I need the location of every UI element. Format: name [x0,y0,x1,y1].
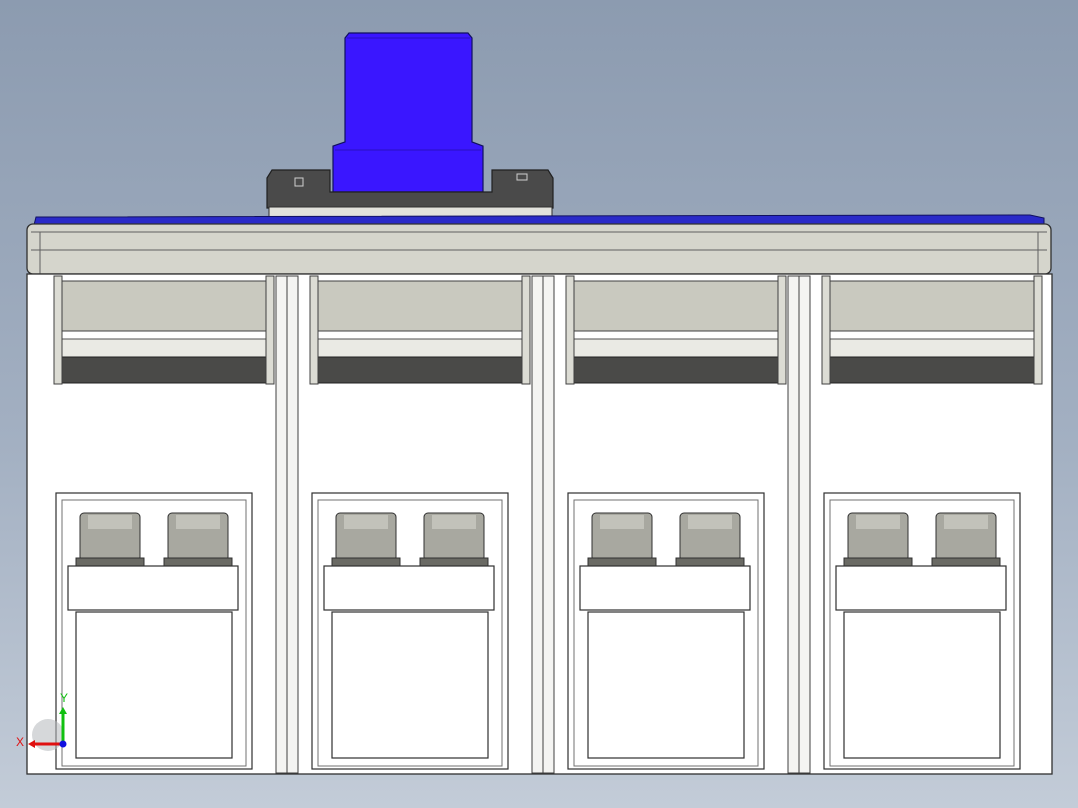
terminal-highlight [944,515,988,529]
cad-viewport[interactable]: X Y [0,0,1078,808]
pole-window-frame [569,338,783,358]
terminal-1 [587,512,657,567]
terminal-cover-lip [323,565,495,611]
pole-left-post [309,275,319,385]
terminal-highlight [688,515,732,529]
pole-dark-slot [573,356,781,384]
terminal-base [419,557,489,567]
terminal-2 [163,512,233,567]
pole-dark-slot [61,356,269,384]
pole-right-post [265,275,275,385]
terminal-base [843,557,913,567]
pole-dark-slot [317,356,525,384]
terminal-block [75,611,233,759]
pole-window-frame [313,338,527,358]
pole-right-post [777,275,787,385]
pole-upper-strip [309,280,531,332]
terminal-base [675,557,745,567]
terminal-highlight [344,515,388,529]
pole-window-frame [825,338,1039,358]
terminal-2 [419,512,489,567]
terminal-base [163,557,233,567]
terminal-cover-lip [579,565,751,611]
pole-group [53,275,1043,774]
terminal-cover-lip [835,565,1007,611]
terminal-base [931,557,1001,567]
breaker-model-view[interactable]: X Y [0,0,1078,808]
terminal-2 [675,512,745,567]
pole-left-post [53,275,63,385]
pole-upper-strip [821,280,1043,332]
y-axis-label: Y [60,691,68,705]
terminal-base [587,557,657,567]
terminal-1 [331,512,401,567]
pole-window-frame [57,338,271,358]
terminal-block [843,611,1001,759]
pole-left-post [565,275,575,385]
operating-handle[interactable] [332,32,484,193]
x-axis-label: X [16,735,24,749]
top-cover [26,223,1052,275]
pole-right-post [521,275,531,385]
terminal-base [331,557,401,567]
terminal-cover-lip [67,565,239,611]
pole-left-post [821,275,831,385]
pole-dark-slot [829,356,1037,384]
terminal-1 [75,512,145,567]
terminal-highlight [600,515,644,529]
terminal-highlight [176,515,220,529]
terminal-highlight [432,515,476,529]
terminal-highlight [856,515,900,529]
pole-upper-strip [53,280,275,332]
terminal-block [331,611,489,759]
terminal-base [75,557,145,567]
terminal-2 [931,512,1001,567]
z-axis-dot [59,740,67,748]
handle-body[interactable] [332,32,484,193]
terminal-highlight [88,515,132,529]
pole-upper-strip [565,280,787,332]
terminal-1 [843,512,913,567]
pole-right-post [1033,275,1043,385]
terminal-block [587,611,745,759]
